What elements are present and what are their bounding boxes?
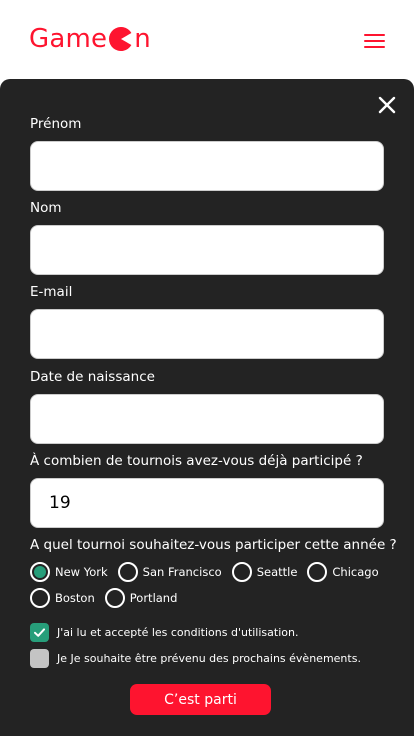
radio-unchecked-icon <box>30 588 50 608</box>
header: Game n <box>0 0 414 80</box>
submit-button[interactable]: C’est parti <box>130 684 271 715</box>
radio-unchecked-icon <box>117 562 138 582</box>
tournaments-count-field[interactable] <box>30 478 384 528</box>
tournaments-label: À combien de tournois avez-vous déjà par… <box>30 453 363 469</box>
location-option-new-york[interactable]: New York <box>30 562 108 582</box>
gameon-logo[interactable]: Game n <box>29 24 151 54</box>
last-name-field[interactable] <box>30 225 384 275</box>
location-question: A quel tournoi souhaitez-vous participer… <box>30 537 397 553</box>
location-option-boston[interactable]: Boston <box>30 588 95 608</box>
unchecked-box-icon <box>30 649 49 668</box>
first-name-label: Prénom <box>30 116 82 132</box>
location-options-row-1: New York San Francisco Seattle Chicago <box>30 562 389 582</box>
birthdate-field[interactable] <box>30 394 384 444</box>
logo-text-right: n <box>134 24 151 54</box>
newsletter-label: Je Je souhaite être prévenu des prochain… <box>57 652 361 665</box>
last-name-label: Nom <box>30 200 62 216</box>
checkmark-icon <box>30 623 49 642</box>
terms-label: J'ai lu et accepté les conditions d'util… <box>57 626 299 639</box>
location-option-san-francisco[interactable]: San Francisco <box>117 562 222 582</box>
birthdate-label: Date de naissance <box>30 369 155 385</box>
location-label: Chicago <box>332 565 379 579</box>
location-label: San Francisco <box>142 565 222 579</box>
newsletter-checkbox[interactable]: Je Je souhaite être prévenu des prochain… <box>30 649 361 668</box>
pacman-icon <box>109 27 133 51</box>
location-option-seattle[interactable]: Seattle <box>231 562 298 582</box>
radio-unchecked-icon <box>104 588 125 608</box>
signup-modal: Prénom Nom E-mail Date de naissance À co… <box>0 79 414 736</box>
location-option-chicago[interactable]: Chicago <box>307 562 379 582</box>
location-label: Boston <box>55 591 95 605</box>
location-option-portland[interactable]: Portland <box>104 588 178 608</box>
location-options-row-2: Boston Portland <box>30 588 187 608</box>
location-label: New York <box>55 565 108 579</box>
radio-unchecked-icon <box>231 562 252 582</box>
email-label: E-mail <box>30 284 73 300</box>
logo-text-left: Game <box>29 24 108 54</box>
location-label: Portland <box>129 591 178 605</box>
close-icon[interactable] <box>377 95 397 115</box>
email-field[interactable] <box>30 309 384 359</box>
first-name-field[interactable] <box>30 141 384 191</box>
location-label: Seattle <box>256 565 298 579</box>
hamburger-icon[interactable] <box>364 32 385 50</box>
radio-unchecked-icon <box>307 562 328 582</box>
terms-checkbox[interactable]: J'ai lu et accepté les conditions d'util… <box>30 623 298 642</box>
page: Game n Prénom Nom E-mail Date de naissan… <box>0 0 414 736</box>
radio-checked-icon <box>30 562 50 582</box>
